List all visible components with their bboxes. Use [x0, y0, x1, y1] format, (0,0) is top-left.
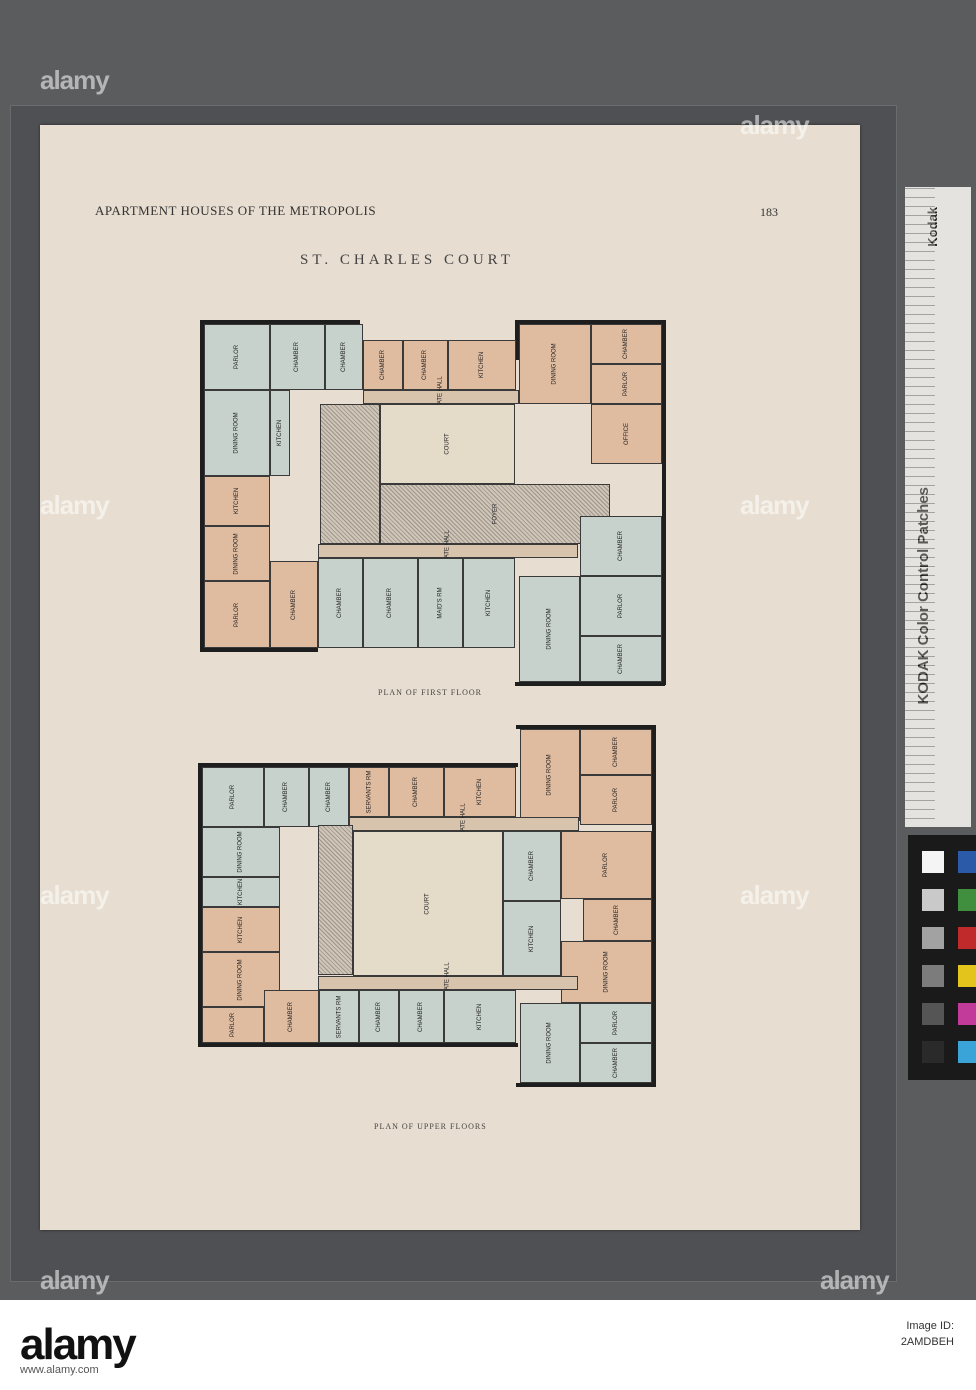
reception-hall	[320, 404, 380, 544]
upper-floor-plan: PARLOR CHAMBER CHAMBER SERVANTS RM CHAMB…	[198, 725, 656, 1087]
room: CHAMBER	[325, 324, 363, 390]
room: DINING ROOM	[520, 1003, 580, 1083]
color-patches	[908, 835, 976, 1080]
footer-url: www.alamy.com	[20, 1364, 99, 1376]
patch-dark-gray	[922, 1003, 944, 1025]
ruler-ticks	[905, 187, 935, 827]
room: KITCHEN	[204, 476, 270, 526]
room: DINING ROOM	[561, 941, 652, 1003]
court: COURT	[353, 831, 503, 976]
room: KITCHEN	[444, 767, 516, 817]
private-hall: PRIVATE HALL	[363, 376, 519, 418]
patch-black	[922, 1041, 944, 1063]
watermark: alamy	[40, 65, 110, 95]
alamy-logo: alamy	[20, 1320, 137, 1369]
private-hall: PRIVATE HALL	[318, 530, 578, 572]
room: DINING ROOM	[204, 390, 270, 476]
patch-mid-gray	[922, 965, 944, 987]
patch-light-gray	[922, 889, 944, 911]
room: OFFICE	[591, 404, 662, 464]
room: CHAMBER	[591, 324, 662, 364]
room: CHAMBER	[359, 990, 399, 1043]
patch-cyan	[958, 1041, 976, 1063]
plan-title: ST. CHARLES COURT	[300, 252, 514, 268]
room: CHAMBER	[363, 558, 418, 648]
image-id-label: Image ID:	[906, 1320, 954, 1332]
room: CHAMBER	[309, 767, 349, 827]
room: CHAMBER	[580, 729, 652, 775]
room: CHAMBER	[583, 899, 652, 941]
room: CHAMBER	[270, 324, 325, 390]
room: CHAMBER	[318, 558, 363, 648]
patch-red	[958, 927, 976, 949]
room: CHAMBER	[580, 1043, 652, 1083]
room: DINING ROOM	[520, 729, 580, 821]
room: DINING ROOM	[519, 576, 580, 682]
room: CHAMBER	[363, 340, 403, 390]
room: KITCHEN	[202, 907, 280, 952]
watermark: alamy	[40, 1265, 110, 1295]
caption-first-floor: PLAN OF FIRST FLOOR	[378, 688, 482, 697]
court: COURT	[380, 404, 515, 484]
room: PARLOR	[204, 581, 270, 648]
patch-gray	[922, 927, 944, 949]
wall	[516, 1083, 656, 1087]
room: CHAMBER	[264, 767, 309, 827]
room: CHAMBER	[503, 831, 561, 901]
wall	[662, 320, 666, 685]
room: PARLOR	[580, 1003, 652, 1043]
image-id: 2AMDBEH	[900, 1336, 954, 1348]
room: CHAMBER	[264, 990, 319, 1043]
watermark: alamy	[40, 880, 110, 910]
room: KITCHEN	[202, 877, 280, 907]
room: CHAMBER	[580, 636, 662, 682]
room: KITCHEN	[463, 558, 515, 648]
patch-green	[958, 889, 976, 911]
room: KITCHEN	[444, 990, 516, 1043]
first-floor-plan: PARLOR CHAMBER CHAMBER CHAMBER CHAMBER K…	[200, 320, 680, 686]
wall	[515, 682, 665, 686]
foyer: FOYER	[380, 484, 610, 544]
patch-magenta	[958, 1003, 976, 1025]
patch-yellow	[958, 965, 976, 987]
wall	[198, 1043, 518, 1047]
private-hall: PRIVATE HALL	[318, 962, 578, 1004]
private-hall: PRIVATE HALL	[349, 803, 579, 845]
public-hall	[318, 825, 353, 975]
room: MAID'S RM	[418, 558, 463, 648]
room: KITCHEN	[270, 390, 290, 476]
watermark: alamy	[740, 880, 810, 910]
room: DINING ROOM	[519, 324, 591, 404]
caption-upper-floors: PLAN OF UPPER FLOORS	[374, 1122, 487, 1131]
room: PARLOR	[580, 775, 652, 825]
watermark: alamy	[820, 1265, 890, 1295]
patch-white	[922, 851, 944, 873]
room: KITCHEN	[448, 340, 516, 390]
room: CHAMBER	[270, 561, 318, 648]
watermark: alamy	[740, 110, 810, 140]
room: PARLOR	[561, 831, 652, 899]
room: DINING ROOM	[204, 526, 270, 581]
watermark: alamy	[740, 490, 810, 520]
running-head: APARTMENT HOUSES OF THE METROPOLIS	[95, 203, 377, 218]
room: SERVANTS RM	[349, 767, 389, 817]
room: PARLOR	[580, 576, 662, 636]
room: CHAMBER	[389, 767, 444, 817]
patch-blue	[958, 851, 976, 873]
room: PARLOR	[202, 1007, 264, 1043]
room: KITCHEN	[503, 901, 561, 976]
room: PARLOR	[204, 324, 270, 390]
room: SERVANTS RM	[319, 990, 359, 1043]
room: PARLOR	[202, 767, 264, 827]
room: CHAMBER	[399, 990, 444, 1043]
page-number: 183	[760, 205, 778, 219]
watermark: alamy	[40, 490, 110, 520]
room: PARLOR	[591, 364, 662, 404]
room: DINING ROOM	[202, 827, 280, 877]
wall	[200, 648, 318, 652]
room: CHAMBER	[580, 516, 662, 576]
stock-footer: alamy www.alamy.com Image ID: 2AMDBEH	[0, 1300, 976, 1390]
wall	[652, 725, 656, 1087]
